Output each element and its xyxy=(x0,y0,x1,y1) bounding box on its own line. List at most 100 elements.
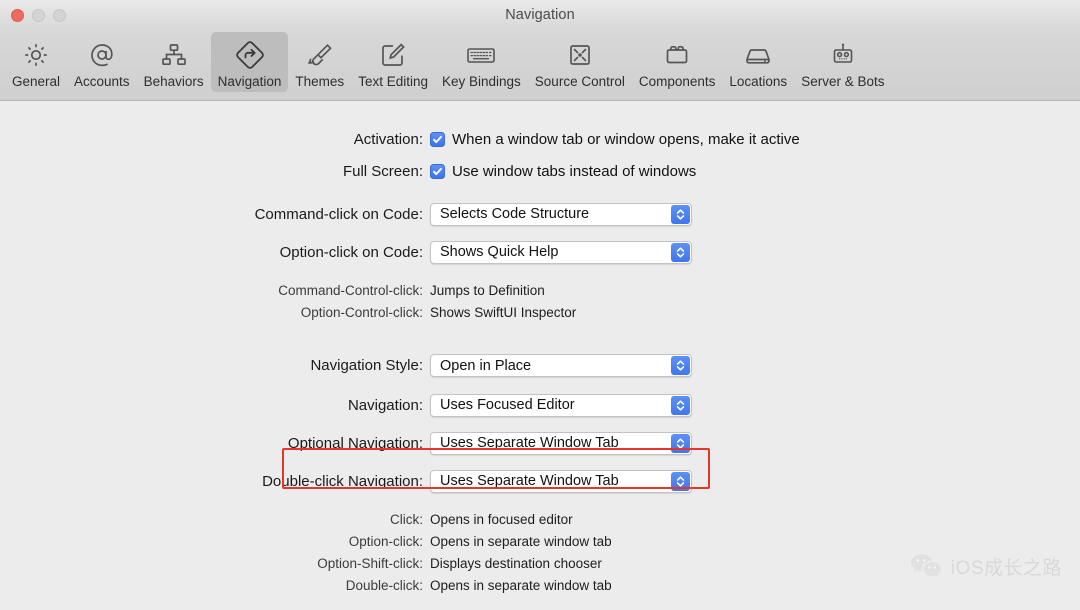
navigation-value: Uses Focused Editor xyxy=(440,397,575,413)
tab-source-control-label: Source Control xyxy=(534,74,625,89)
pencil-square-icon xyxy=(378,37,408,73)
tab-key-bindings[interactable]: Key Bindings xyxy=(435,32,528,92)
chevron-updown-icon xyxy=(671,242,690,262)
tab-server-and-bots-label: Server & Bots xyxy=(801,74,885,89)
click-label: Click: xyxy=(390,511,423,527)
hierarchy-icon xyxy=(159,37,189,73)
merge-box-icon xyxy=(565,37,595,73)
tab-navigation-label: Navigation xyxy=(217,74,282,89)
full-screen-checkbox-text[interactable]: Use window tabs instead of windows xyxy=(452,163,696,180)
gear-icon xyxy=(21,37,51,73)
double-click-navigation-popup[interactable]: Uses Separate Window Tab xyxy=(430,469,692,493)
at-sign-icon xyxy=(87,37,117,73)
tab-server-and-bots[interactable]: Server & Bots xyxy=(794,32,891,92)
option-click-on-code-label: Option-click on Code: xyxy=(279,243,423,261)
tab-themes[interactable]: Themes xyxy=(288,32,351,92)
keyboard-icon xyxy=(464,37,498,73)
navigation-style-popup[interactable]: Open in Place xyxy=(430,354,692,377)
double-click-value: Opens in separate window tab xyxy=(430,577,612,593)
tab-text-editing-label: Text Editing xyxy=(358,74,428,89)
paintbrush-icon xyxy=(305,37,335,73)
navigation-style-value: Open in Place xyxy=(440,357,532,374)
robot-icon xyxy=(828,37,858,73)
tab-source-control[interactable]: Source Control xyxy=(528,32,632,92)
row-double-click-navigation: Double-click Navigation: Uses Separate W… xyxy=(0,462,1080,500)
option-shift-click-label: Option-Shift-click: xyxy=(317,555,423,571)
click-value: Opens in focused editor xyxy=(430,511,573,527)
row-option-click-on-code: Option-click on Code: Shows Quick Help xyxy=(0,233,1080,271)
command-control-click-label: Command-Control-click: xyxy=(278,282,423,298)
close-button[interactable] xyxy=(11,8,24,22)
modifier-click-info-top: Command-Control-click: Jumps to Definiti… xyxy=(0,279,1080,323)
navigation-popup[interactable]: Uses Focused Editor xyxy=(430,393,692,417)
full-screen-label: Full Screen: xyxy=(342,162,423,180)
maximize-button[interactable] xyxy=(53,8,66,22)
activation-checkbox[interactable] xyxy=(430,131,445,147)
window-title: Navigation xyxy=(505,7,575,23)
option-click-on-code-popup[interactable]: Shows Quick Help xyxy=(430,240,692,264)
option-shift-click-value: Displays destination chooser xyxy=(430,555,602,571)
traffic-light-group xyxy=(11,0,66,30)
chevron-updown-icon xyxy=(671,395,690,415)
tab-locations-label: Locations xyxy=(729,74,788,89)
row-navigation-style: Navigation Style: Open in Place xyxy=(0,345,1080,386)
command-control-click-value: Jumps to Definition xyxy=(430,282,545,298)
option-control-click-value: Shows SwiftUI Inspector xyxy=(430,304,577,320)
row-command-control-click: Command-Control-click: Jumps to Definiti… xyxy=(0,279,1080,301)
chevron-updown-icon xyxy=(671,356,690,375)
option-click-on-code-value: Shows Quick Help xyxy=(440,244,559,260)
minimize-button[interactable] xyxy=(32,8,45,22)
chevron-updown-icon xyxy=(671,433,690,453)
full-screen-checkbox[interactable] xyxy=(430,163,445,179)
navigation-style-label: Navigation Style: xyxy=(310,357,423,374)
chevron-updown-icon xyxy=(671,471,690,491)
watermark: iOS成长之路 xyxy=(909,552,1062,580)
optional-navigation-label: Optional Navigation: xyxy=(287,434,423,452)
activation-label: Activation: xyxy=(353,130,423,148)
tab-accounts-label: Accounts xyxy=(74,74,130,89)
title-bar: Navigation xyxy=(0,0,1080,30)
option-click-label: Option-click: xyxy=(348,533,423,549)
optional-navigation-popup[interactable]: Uses Separate Window Tab xyxy=(430,431,692,455)
row-optional-navigation: Optional Navigation: Uses Separate Windo… xyxy=(0,424,1080,462)
lego-brick-icon xyxy=(662,37,692,73)
double-click-navigation-value: Uses Separate Window Tab xyxy=(440,473,619,489)
navigation-label: Navigation: xyxy=(347,396,423,414)
option-control-click-label: Option-Control-click: xyxy=(300,304,423,320)
tab-components[interactable]: Components xyxy=(632,32,723,92)
double-click-navigation-label: Double-click Navigation: xyxy=(262,472,423,490)
navigation-arrow-icon xyxy=(234,37,266,73)
tab-behaviors-label: Behaviors xyxy=(143,74,204,89)
tab-general-label: General xyxy=(12,74,61,89)
tab-key-bindings-label: Key Bindings xyxy=(441,74,521,89)
option-click-value: Opens in separate window tab xyxy=(430,533,612,549)
row-navigation: Navigation: Uses Focused Editor xyxy=(0,386,1080,424)
tab-text-editing[interactable]: Text Editing xyxy=(351,32,435,92)
hard-drive-icon xyxy=(742,37,774,73)
tab-components-label: Components xyxy=(638,74,716,89)
row-option-control-click: Option-Control-click: Shows SwiftUI Insp… xyxy=(0,301,1080,323)
command-click-on-code-popup[interactable]: Selects Code Structure xyxy=(430,202,692,226)
tab-behaviors[interactable]: Behaviors xyxy=(137,32,211,92)
tab-accounts[interactable]: Accounts xyxy=(67,32,137,92)
navigation-preferences-pane: Activation: When a window tab or window … xyxy=(0,101,1080,610)
row-command-click-on-code: Command-click on Code: Selects Code Stru… xyxy=(0,195,1080,233)
tab-locations[interactable]: Locations xyxy=(722,32,794,92)
preferences-window: Navigation General Accounts Behaviors Na… xyxy=(0,0,1080,610)
row-full-screen: Full Screen: Use window tabs instead of … xyxy=(0,155,1080,187)
watermark-text: iOS成长之路 xyxy=(950,557,1062,579)
row-activation: Activation: When a window tab or window … xyxy=(0,123,1080,155)
activation-checkbox-text[interactable]: When a window tab or window opens, make … xyxy=(452,131,800,148)
row-option-click: Option-click: Opens in separate window t… xyxy=(0,530,1080,552)
chevron-updown-icon xyxy=(671,204,690,224)
command-click-on-code-value: Selects Code Structure xyxy=(440,206,590,222)
optional-navigation-value: Uses Separate Window Tab xyxy=(440,435,619,451)
tab-navigation[interactable]: Navigation xyxy=(210,32,289,92)
tab-themes-label: Themes xyxy=(295,74,345,89)
preferences-toolbar: General Accounts Behaviors Navigation Th… xyxy=(0,30,1080,101)
wechat-icon xyxy=(909,552,943,580)
tab-general[interactable]: General xyxy=(5,32,67,92)
row-click: Click: Opens in focused editor xyxy=(0,508,1080,530)
command-click-on-code-label: Command-click on Code: xyxy=(254,205,423,223)
double-click-label: Double-click: xyxy=(345,577,423,593)
